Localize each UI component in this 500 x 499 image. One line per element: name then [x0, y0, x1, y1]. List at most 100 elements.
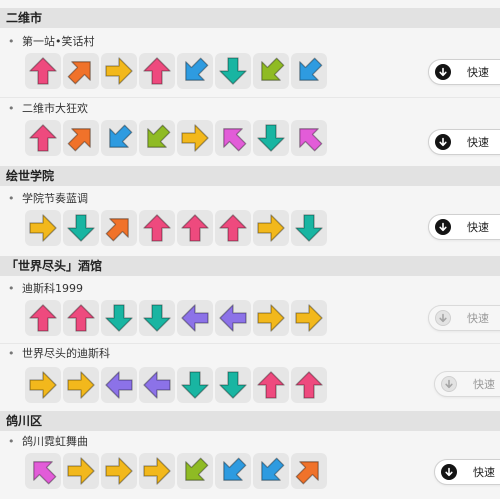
quick-button[interactable]: 快速 [428, 305, 500, 331]
arrow-down-left-icon [185, 457, 209, 481]
arrow-slot [25, 300, 61, 336]
arrow-sequence [25, 367, 327, 403]
arrow-slot [177, 120, 213, 156]
arrow-sequence [25, 300, 327, 336]
arrow-slot [215, 453, 251, 489]
quick-button-label: 快速 [467, 312, 489, 325]
song-title: • 学院节奏蓝调 [8, 191, 88, 207]
arrow-down-icon [67, 214, 95, 242]
arrow-slot [177, 300, 213, 336]
arrow-slot [101, 120, 137, 156]
arrow-up-icon [67, 304, 95, 332]
song-title-label: 鸽川霓虹舞曲 [22, 435, 88, 448]
arrow-right-icon [67, 457, 95, 485]
section-header: 鸽川区 [0, 411, 500, 431]
arrow-right-icon [105, 57, 133, 85]
arrow-left-icon [105, 371, 133, 399]
arrow-slot [177, 53, 213, 89]
arrow-slot [63, 53, 99, 89]
arrow-right-icon [105, 457, 133, 485]
arrow-slot [291, 453, 327, 489]
bullet-icon: • [8, 435, 15, 448]
down-arrow-icon [441, 464, 457, 480]
arrow-slot [139, 53, 175, 89]
arrow-down-icon [257, 124, 285, 152]
bullet-icon: • [8, 282, 15, 295]
arrow-down-left-icon [147, 124, 171, 148]
arrow-right-icon [143, 457, 171, 485]
arrow-sequence [25, 120, 327, 156]
arrow-up-icon [181, 214, 209, 242]
arrow-slot [139, 453, 175, 489]
song-title-label: 世界尽头的迪斯科 [22, 347, 110, 360]
row-divider [0, 97, 500, 98]
arrow-right-icon [295, 304, 323, 332]
arrow-left-icon [143, 371, 171, 399]
arrow-slot [253, 367, 289, 403]
arrow-up-right-icon [295, 461, 319, 485]
song-title-label: 学院节奏蓝调 [22, 192, 88, 205]
arrow-down-left-icon [261, 457, 285, 481]
arrow-slot [215, 120, 251, 156]
arrow-sequence [25, 53, 327, 89]
song-title: • 二维市大狂欢 [8, 101, 88, 117]
arrow-down-left-icon [185, 57, 209, 81]
arrow-slot [25, 367, 61, 403]
arrow-slot [291, 210, 327, 246]
arrow-slot [253, 210, 289, 246]
arrow-slot [139, 210, 175, 246]
quick-button[interactable]: 快速 [434, 459, 500, 485]
arrow-down-icon [219, 57, 247, 85]
down-arrow-icon [435, 134, 451, 150]
arrow-slot [63, 367, 99, 403]
section-header: 二维市 [0, 8, 500, 28]
arrow-up-left-icon [33, 461, 57, 485]
quick-button[interactable]: 快速 [434, 371, 500, 397]
quick-button[interactable]: 快速 [428, 214, 500, 240]
arrow-down-left-icon [109, 124, 133, 148]
arrow-left-icon [181, 304, 209, 332]
song-title-label: 迪斯科1999 [22, 282, 83, 295]
arrow-slot [139, 300, 175, 336]
arrow-slot [253, 120, 289, 156]
quick-button-label: 快速 [467, 221, 489, 234]
arrow-right-icon [257, 214, 285, 242]
arrow-left-icon [219, 304, 247, 332]
arrow-slot [177, 367, 213, 403]
arrow-down-icon [219, 371, 247, 399]
arrow-up-left-icon [299, 128, 323, 152]
song-title-label: 第一站•笑话村 [22, 35, 95, 48]
song-title: • 迪斯科1999 [8, 281, 83, 297]
bullet-icon: • [8, 192, 15, 205]
arrow-right-icon [67, 371, 95, 399]
arrow-sequence [25, 210, 327, 246]
arrow-slot [215, 210, 251, 246]
arrow-up-right-icon [105, 218, 129, 242]
arrow-slot [215, 300, 251, 336]
arrow-slot [177, 210, 213, 246]
arrow-slot [63, 453, 99, 489]
arrow-slot [291, 120, 327, 156]
song-title: • 世界尽头的迪斯科 [8, 346, 110, 362]
arrow-slot [63, 300, 99, 336]
song-title: • 鸽川霓虹舞曲 [8, 434, 88, 450]
arrow-up-left-icon [223, 128, 247, 152]
quick-button-label: 快速 [467, 136, 489, 149]
quick-button-label: 快速 [467, 66, 489, 79]
quick-button[interactable]: 快速 [428, 59, 500, 85]
arrow-slot [101, 453, 137, 489]
quick-button[interactable]: 快速 [428, 129, 500, 155]
down-arrow-icon [435, 219, 451, 235]
arrow-slot [25, 53, 61, 89]
arrow-slot [215, 53, 251, 89]
arrow-down-left-icon [261, 57, 285, 81]
arrow-down-icon [143, 304, 171, 332]
bullet-icon: • [8, 35, 15, 48]
arrow-slot [25, 453, 61, 489]
arrow-slot [63, 210, 99, 246]
arrow-slot [291, 300, 327, 336]
arrow-slot [291, 53, 327, 89]
arrow-sequence [25, 453, 327, 489]
arrow-up-icon [219, 214, 247, 242]
arrow-slot [291, 367, 327, 403]
